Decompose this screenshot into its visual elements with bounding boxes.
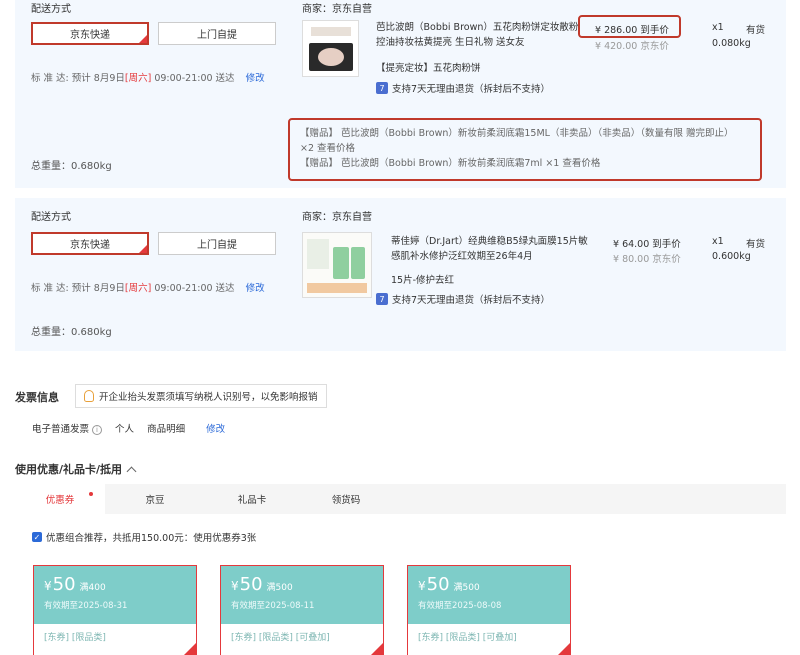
coupon-amount: 50 (239, 574, 263, 595)
delivery-eta: 标 准 达: 预计 8月9日[周六] 09:00-21:00 送达 修改 (31, 70, 265, 84)
final-price: ¥ 64.00 到手价 (613, 239, 681, 250)
coupon-tags: [东券] [限品类] (44, 633, 106, 643)
tab-gift-card[interactable]: 礼品卡 (207, 484, 297, 514)
merchant-label: 商家：京东自营 (302, 212, 372, 223)
price-highlight-box (578, 15, 681, 38)
shipping-method-label: 配送方式 (31, 212, 71, 223)
product-name[interactable]: 蒂佳婷（Dr.Jart）经典维稳B5绿丸面膜15片敏感肌补水修护泛红效期至26年… (391, 234, 596, 264)
total-weight: 总重量：0.680kg (31, 161, 112, 172)
compact-powder-image (303, 21, 358, 76)
lightbulb-icon (84, 390, 94, 402)
coupon-card-2[interactable]: ¥50 满500 有效期至2025-08-11 [东券] [限品类] [可叠加] (220, 565, 384, 655)
return-policy-text: 支持7天无理由退货（拆封后不支持） (392, 84, 551, 95)
invoice-content: 商品明细 (147, 424, 186, 435)
coupon-section-toggle[interactable]: 使用优惠/礼品卡/抵用 (15, 461, 137, 477)
invoice-tip-text: 开企业抬头发票须填写纳税人识别号，以免影响报销 (99, 392, 318, 403)
info-icon[interactable]: i (92, 425, 103, 435)
coupon-amount: 50 (52, 574, 76, 595)
modify-delivery-link[interactable]: 修改 (246, 73, 265, 84)
eta-date: 预计 8月9日 (71, 73, 125, 84)
modify-invoice-link[interactable]: 修改 (206, 424, 225, 435)
original-price: ¥ 420.00 京东价 (595, 41, 669, 52)
tab-jd-beans[interactable]: 京豆 (115, 484, 195, 514)
selected-corner-icon (558, 643, 570, 655)
modify-delivery-link[interactable]: 修改 (246, 283, 265, 294)
coupon-card-3[interactable]: ¥50 满500 有效期至2025-08-08 [东券] [限品类] [可叠加] (407, 565, 571, 655)
delivery-eta: 标 准 达: 预计 8月9日[周六] 09:00-21:00 送达 修改 (31, 280, 265, 294)
coupon-condition: 满400 (79, 583, 106, 593)
invoice-details: 电子普通发票 i 个人 商品明细 修改 (32, 421, 225, 435)
tab-label: 优惠券 (45, 495, 75, 506)
coupon-expiry: 有效期至2025-08-31 (44, 601, 128, 611)
return-policy-text: 支持7天无理由退货（拆封后不支持） (392, 295, 551, 306)
quantity: x1 (712, 22, 724, 33)
eta-time: 09:00-21:00 送达 (154, 73, 235, 84)
coupon-expiry: 有效期至2025-08-08 (418, 601, 502, 611)
return-7day-icon: 7 (376, 293, 388, 305)
currency-symbol: ¥ (231, 579, 239, 593)
selected-corner-icon (184, 643, 196, 655)
stock-status: 有货 (746, 25, 766, 36)
shipping-method-label: 配送方式 (31, 4, 71, 15)
ship-option-pickup[interactable]: 上门自提 (158, 232, 276, 255)
invoice-section-title: 发票信息 (15, 391, 59, 404)
coupon-tags: [东券] [限品类] [可叠加] (231, 633, 330, 643)
item-weight: 0.080kg (712, 38, 751, 49)
eta-weekday: [周六] (124, 73, 152, 84)
chevron-up-icon (126, 466, 137, 477)
quantity: x1 (712, 236, 724, 247)
return-policy: 7 支持7天无理由退货（拆封后不支持） (376, 81, 550, 95)
face-mask-image (303, 233, 371, 297)
coupon-section-title: 使用优惠/礼品卡/抵用 (15, 463, 123, 476)
merchant-label: 商家：京东自营 (302, 4, 372, 15)
ship-option-jd-express[interactable]: 京东快递 (31, 22, 149, 45)
tab-coupons[interactable]: 优惠券 (15, 484, 105, 514)
coupon-amount: 50 (426, 574, 450, 595)
coupon-card-1[interactable]: ¥50 满400 有效期至2025-08-31 [东券] [限品类] (33, 565, 197, 655)
ship-option-pickup[interactable]: 上门自提 (158, 22, 276, 45)
product-name[interactable]: 芭比波朗（Bobbi Brown）五花肉粉饼定妆散粉控油持妆祛黄提亮 生日礼物 … (376, 20, 581, 50)
currency-symbol: ¥ (418, 579, 426, 593)
ship-option-jd-express[interactable]: 京东快递 (31, 232, 149, 255)
std-label: 标 准 达: (31, 283, 69, 294)
order-block-2: 配送方式 京东快递 上门自提 标 准 达: 预计 8月9日[周六] 09:00-… (15, 198, 786, 351)
selected-corner-icon (371, 643, 383, 655)
stock-status: 有货 (746, 239, 766, 250)
checkbox-checked-icon: ✓ (32, 532, 42, 542)
product-spec: 【提亮定妆】五花肉粉饼 (376, 63, 481, 74)
product-image[interactable] (302, 232, 372, 298)
std-label: 标 准 达: (31, 73, 69, 84)
product-image[interactable] (302, 20, 359, 77)
eta-time: 09:00-21:00 送达 (154, 283, 235, 294)
order-block-1: 配送方式 京东快递 上门自提 标 准 达: 预计 8月9日[周六] 09:00-… (15, 0, 786, 188)
coupon-condition: 满500 (266, 583, 293, 593)
invoice-tip: 开企业抬头发票须填写纳税人识别号，以免影响报销 (75, 384, 327, 408)
item-weight: 0.600kg (712, 251, 751, 262)
currency-symbol: ¥ (44, 579, 52, 593)
original-price: ¥ 80.00 京东价 (613, 254, 681, 265)
new-dot (89, 492, 93, 496)
tab-redeem-code[interactable]: 领货码 (301, 484, 391, 514)
coupon-combo-recommend[interactable]: ✓ 优惠组合推荐，共抵用150.00元：使用优惠券3张 (32, 530, 256, 544)
return-policy: 7 支持7天无理由退货（拆封后不支持） (376, 292, 550, 306)
product-spec: 15片-修护去红 (391, 275, 455, 286)
coupon-tabs: 优惠券 京豆 礼品卡 领货码 (15, 484, 786, 514)
coupon-tags: [东券] [限品类] [可叠加] (418, 633, 517, 643)
combo-text: 优惠组合推荐，共抵用150.00元：使用优惠券3张 (46, 533, 257, 544)
invoice-type: 电子普通发票 (32, 424, 90, 435)
coupon-condition: 满500 (453, 583, 480, 593)
eta-weekday: [周六] (124, 283, 152, 294)
return-7day-icon: 7 (376, 82, 388, 94)
eta-date: 预计 8月9日 (71, 283, 125, 294)
gift-highlight-box (288, 118, 762, 181)
invoice-title-person: 个人 (115, 424, 135, 435)
total-weight: 总重量：0.680kg (31, 327, 112, 338)
coupon-expiry: 有效期至2025-08-11 (231, 601, 315, 611)
